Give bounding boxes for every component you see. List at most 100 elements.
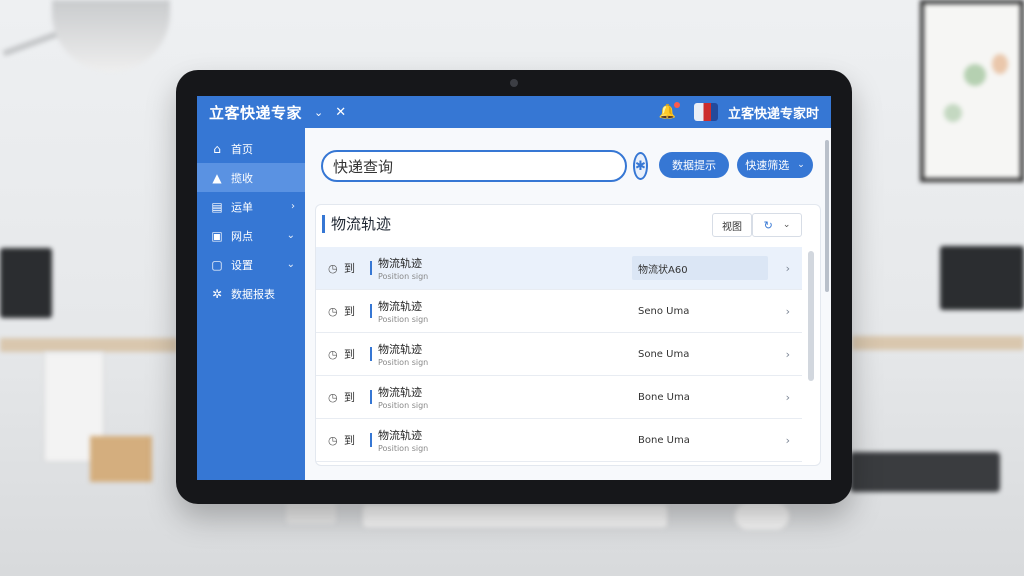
row-title: 物流轨迹 [378, 386, 422, 399]
sidebar: ⌂ 首页 ▲ 揽收 ▤ 运单 › ▣ 网点 ⌄ ▢ 设置 ⌄ ✲ 数据报表 [197, 128, 305, 480]
row-divider [370, 261, 372, 275]
chevron-down-icon: ⌄ [797, 160, 805, 170]
house-filled-icon: ▲ [212, 170, 222, 185]
keyboard [362, 504, 668, 528]
row-status: Seno Uma [638, 305, 690, 317]
row-tag: 到 [344, 434, 355, 447]
sidebar-item-label: 运单 [231, 200, 253, 214]
view-button[interactable]: 视图 [712, 213, 752, 237]
chevron-right-icon[interactable]: › [786, 434, 790, 447]
row-text: 物流轨迹 Position sign [378, 298, 528, 324]
clock-icon: ◷ [328, 433, 338, 447]
row-title: 物流轨迹 [378, 343, 422, 356]
export-button[interactable]: 数据提示 [659, 152, 729, 178]
document-icon: ▤ [211, 199, 223, 214]
row-text: 物流轨迹 Position sign [378, 427, 528, 453]
clock-icon: ◷ [328, 347, 338, 361]
main-content: ✱ 数据提示 快速筛选 ⌄ 物流轨迹 视图 ↻ ⌄ [305, 128, 831, 480]
cardboard-box [90, 436, 152, 482]
scrollbar[interactable] [808, 251, 814, 381]
row-divider [370, 433, 372, 447]
sidebar-item-pickup[interactable]: ▲ 揽收 [197, 163, 305, 192]
table-row[interactable]: ◷ 到 物流轨迹 Position sign 物流状A60 › [316, 247, 802, 290]
clock-icon: ◷ [328, 304, 338, 318]
background-shelf-right [852, 336, 1024, 350]
refresh-button[interactable]: ↻ ⌄ [752, 213, 802, 237]
search-icon[interactable]: ✱ [633, 152, 648, 180]
row-tag: 到 [344, 348, 355, 361]
camera-icon [510, 79, 518, 87]
background-monitor-left [0, 248, 52, 318]
notification-dot [673, 102, 680, 108]
table-row[interactable]: ◷ 到 物流轨迹 Position sign Bone Uma › [316, 376, 802, 419]
settings-icon: ▢ [211, 257, 223, 272]
sidebar-item-label: 首页 [231, 142, 253, 156]
refresh-icon: ↻ [763, 218, 773, 232]
row-status: 物流状A60 [632, 256, 768, 280]
tracking-panel: 物流轨迹 视图 ↻ ⌄ ◷ 到 物流轨迹 Position sign 物流状A6… [315, 204, 821, 466]
chevron-right-icon[interactable]: › [786, 262, 790, 275]
app-title: 立客快递专家 [209, 103, 303, 122]
row-status: Bone Uma [638, 391, 690, 403]
chevron-right-icon[interactable]: › [786, 305, 790, 318]
clock-icon: ◷ [328, 261, 338, 275]
home-icon: ⌂ [213, 141, 221, 156]
sidebar-item-settings[interactable]: ▢ 设置 ⌄ [197, 250, 305, 279]
sidebar-item-label: 设置 [231, 258, 253, 272]
sidebar-item-waybill[interactable]: ▤ 运单 › [197, 192, 305, 221]
background-desk-item [850, 452, 1000, 492]
row-status: Sone Uma [638, 348, 690, 360]
tracking-list: ◷ 到 物流轨迹 Position sign 物流状A60 › ◷ 到 物流轨迹… [316, 247, 802, 462]
outer-scrollbar[interactable] [825, 140, 829, 292]
wall-picture-frame [920, 0, 1024, 182]
chevron-right-icon: › [291, 201, 295, 212]
row-status: Bone Uma [638, 434, 690, 446]
sidebar-item-reports[interactable]: ✲ 数据报表 [197, 279, 305, 308]
sidebar-item-outlet[interactable]: ▣ 网点 ⌄ [197, 221, 305, 250]
row-title: 物流轨迹 [378, 429, 422, 442]
table-row[interactable]: ◷ 到 物流轨迹 Position sign Bone Uma › [316, 419, 802, 462]
sidebar-item-home[interactable]: ⌂ 首页 [197, 134, 305, 163]
row-divider [370, 347, 372, 361]
user-name[interactable]: 立客快递专家时 [728, 103, 819, 122]
chevron-down-icon: ⌄ [286, 259, 295, 270]
desk-lamp [52, 0, 170, 72]
background-monitor-right [940, 246, 1024, 310]
chevron-right-icon[interactable]: › [786, 348, 790, 361]
avatar[interactable] [693, 103, 718, 121]
table-row[interactable]: ◷ 到 物流轨迹 Position sign Seno Uma › [316, 290, 802, 333]
tablet-stand [286, 502, 336, 524]
panel-title: 物流轨迹 [322, 215, 391, 233]
sidebar-item-label: 揽收 [231, 171, 253, 185]
row-subtitle: Position sign [378, 358, 429, 367]
notification-bell-icon[interactable]: 🔔 [659, 102, 680, 120]
sidebar-item-label: 数据报表 [231, 287, 275, 301]
row-subtitle: Position sign [378, 401, 429, 410]
chevron-down-icon: ⌄ [286, 230, 295, 241]
search-input[interactable] [323, 152, 527, 180]
chevron-down-icon: ⌄ [782, 220, 791, 230]
view-button-label: 视图 [722, 221, 742, 233]
row-subtitle: Position sign [378, 444, 429, 453]
row-subtitle: Position sign [378, 272, 429, 281]
filter-button-label: 快速筛选 [745, 159, 790, 172]
row-divider [370, 390, 372, 404]
close-icon[interactable]: ✕ [335, 105, 346, 120]
chevron-down-icon[interactable]: ⌄ [314, 106, 323, 119]
row-tag: 到 [344, 305, 355, 318]
row-tag: 到 [344, 262, 355, 275]
row-text: 物流轨迹 Position sign [378, 255, 528, 281]
row-text: 物流轨迹 Position sign [378, 341, 528, 367]
row-text: 物流轨迹 Position sign [378, 384, 528, 410]
table-row[interactable]: ◷ 到 物流轨迹 Position sign Sone Uma › [316, 333, 802, 376]
chevron-right-icon[interactable]: › [786, 391, 790, 404]
top-bar-right: 🔔 立客快递专家时 [659, 102, 819, 122]
top-bar: 立客快递专家 ⌄ ✕ 🔔 立客快递专家时 [197, 96, 831, 128]
row-title: 物流轨迹 [378, 257, 422, 270]
row-subtitle: Position sign [378, 315, 429, 324]
filter-button[interactable]: 快速筛选 ⌄ [737, 152, 813, 178]
export-button-label: 数据提示 [672, 159, 716, 172]
app-screen: 立客快递专家 ⌄ ✕ 🔔 立客快递专家时 ⌂ 首页 ▲ 揽收 ▤ 运单 › ▣ … [197, 96, 831, 480]
clock-icon: ◷ [328, 390, 338, 404]
building-icon: ▣ [211, 228, 223, 243]
